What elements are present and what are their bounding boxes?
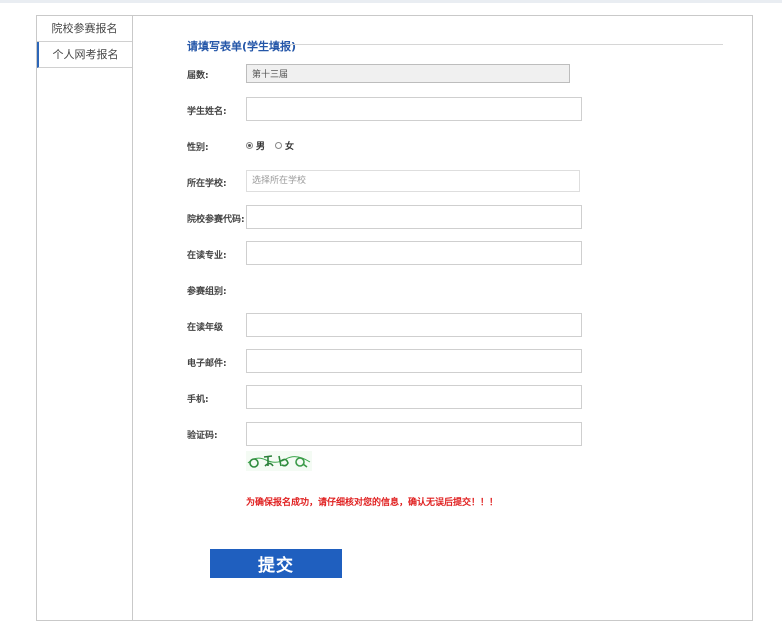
session-field	[246, 64, 570, 83]
radio-unchecked-icon[interactable]	[275, 142, 283, 149]
phone-input[interactable]	[246, 385, 582, 409]
radio-checked-icon[interactable]	[246, 142, 253, 149]
gender-option-male[interactable]: 男	[246, 139, 265, 152]
captcha-image[interactable]	[246, 451, 312, 471]
session-label: 届数:	[187, 71, 209, 81]
captcha-input[interactable]	[246, 422, 582, 446]
sidebar: 院校参赛报名 个人网考报名	[37, 16, 133, 620]
gender-label: 性别:	[187, 143, 209, 153]
student-name-input[interactable]	[246, 97, 582, 121]
gender-option-female[interactable]: 女	[275, 139, 294, 152]
email-input[interactable]	[246, 349, 582, 373]
school-select[interactable]: 选择所在学校	[246, 170, 580, 192]
gender-male-label: 男	[256, 142, 266, 152]
major-label: 在读专业:	[187, 251, 227, 261]
phone-label: 手机:	[187, 395, 209, 405]
gender-female-label: 女	[285, 142, 295, 152]
major-input[interactable]	[246, 241, 582, 265]
grade-input[interactable]	[246, 313, 582, 337]
sidebar-item-individual-registration[interactable]: 个人网考报名	[37, 42, 132, 68]
captcha-label: 验证码:	[187, 431, 218, 441]
sidebar-item-school-registration[interactable]: 院校参赛报名	[37, 16, 132, 42]
top-bar	[0, 0, 782, 3]
school-code-label: 院校参赛代码:	[187, 215, 245, 225]
warning-message: 为确保报名成功，请仔细核对您的信息，确认无误后提交！！！	[246, 498, 499, 508]
title-divider	[287, 44, 723, 45]
school-code-input[interactable]	[246, 205, 582, 229]
school-label: 所在学校:	[187, 179, 227, 189]
submit-button[interactable]: 提交	[210, 549, 342, 578]
grade-label: 在读年级	[187, 323, 224, 333]
email-label: 电子邮件:	[187, 359, 227, 369]
group-label: 参赛组别:	[187, 287, 227, 297]
student-name-label: 学生姓名:	[187, 107, 227, 117]
form-title: 请填写表单(学生填报)	[187, 40, 297, 53]
gender-radio-group: 男 女	[246, 139, 304, 152]
main-frame: 院校参赛报名 个人网考报名 请填写表单(学生填报) 届数: 学生姓名: 性别: …	[36, 15, 753, 621]
